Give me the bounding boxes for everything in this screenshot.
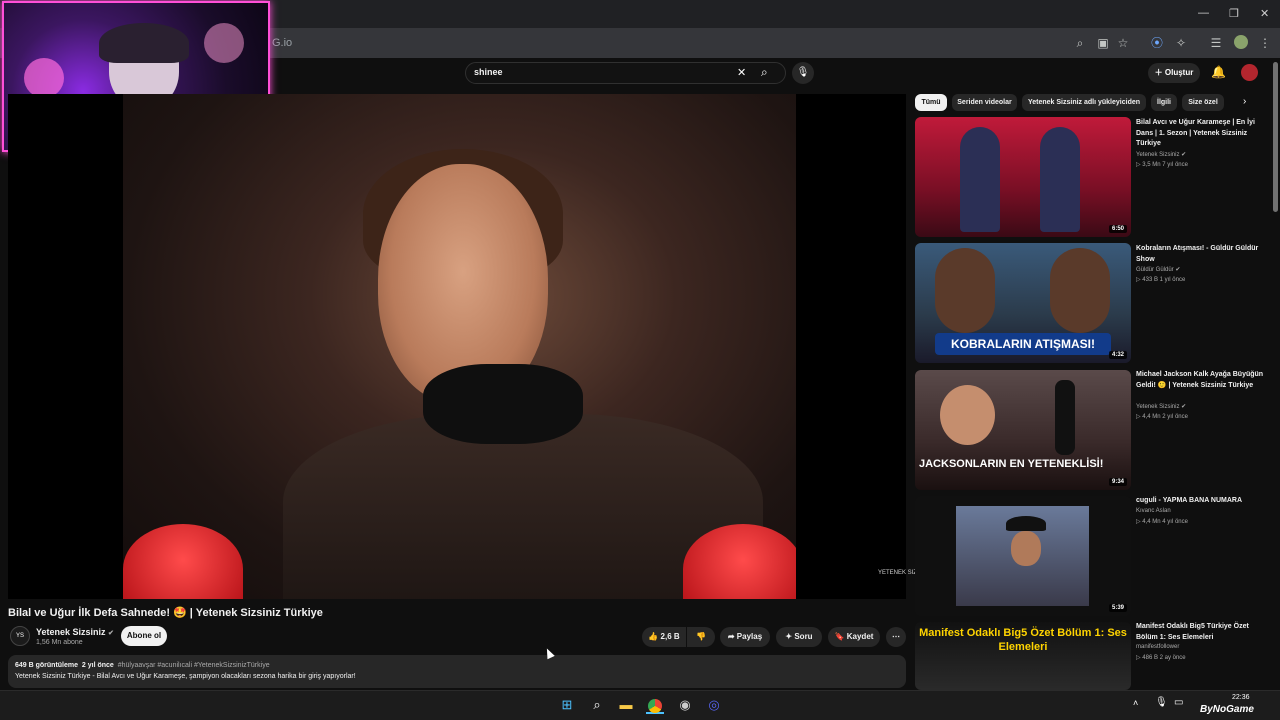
create-button[interactable]: ＋ Oluştur	[1148, 63, 1200, 83]
chrome-icon[interactable]	[646, 696, 664, 714]
more-actions-button[interactable]: ⋯	[886, 627, 906, 647]
file-explorer-icon[interactable]: ▬	[617, 696, 635, 714]
chip-series[interactable]: Seriden videolar	[952, 94, 1017, 111]
rec-channel[interactable]: Güldür Güldür ✔	[1136, 266, 1180, 273]
rec-caption: Manifest Odaklı Big5 Özet Bölüm 1: Ses E…	[919, 627, 1127, 653]
scrollbar-thumb[interactable]	[1273, 62, 1278, 212]
mic-icon[interactable]: 🎙	[792, 62, 814, 84]
microphone-tray-icon[interactable]: 🎙	[1155, 697, 1168, 708]
clear-search-icon[interactable]: ✕	[737, 66, 746, 79]
like-icon: 👍	[648, 632, 659, 641]
chip-for-you[interactable]: Size özel	[1182, 94, 1224, 111]
sparkle-icon: ✦	[785, 632, 793, 641]
maximize-icon[interactable]: ❐	[1229, 7, 1239, 20]
chip-all[interactable]: Tümü	[915, 94, 947, 111]
chip-related[interactable]: İlgili	[1151, 94, 1177, 111]
rec-thumbnail[interactable]: Manifest Odaklı Big5 Özet Bölüm 1: Ses E…	[915, 622, 1131, 690]
network-icon[interactable]: ▭	[1174, 697, 1183, 708]
rec-channel[interactable]: Yetenek Sizsiniz ✔	[1136, 403, 1186, 410]
account-avatar[interactable]	[1241, 64, 1258, 81]
channel-avatar[interactable]: YS	[10, 626, 30, 646]
rec-duration: 6:50	[1108, 225, 1127, 233]
discord-icon[interactable]: ◎	[705, 696, 723, 714]
view-count: 649 B görüntüleme	[15, 662, 79, 669]
like-count: 2,6 B	[660, 632, 680, 641]
windows-taskbar	[0, 690, 1280, 720]
rec-meta: ▷ 3,5 Mn 7 yıl önce	[1136, 162, 1188, 168]
share-button[interactable]: ➦ Paylaş	[720, 627, 770, 647]
rec-title[interactable]: Kobraların Atışması! - Güldür Güldür Sho…	[1136, 244, 1266, 265]
save-button[interactable]: 🔖 Kaydet	[828, 627, 880, 647]
rec-thumbnail[interactable]: 5:39	[915, 496, 1131, 616]
subscribe-button[interactable]: Abone ol	[121, 626, 167, 646]
search-input[interactable]: shinee	[474, 67, 503, 77]
rec-meta: ▷ 486 B 2 ay önce	[1136, 655, 1186, 661]
video-title: Bilal ve Uğur İlk Defa Sahnede! 🤩 | Yete…	[8, 607, 323, 619]
rec-thumbnail[interactable]: 6:50	[915, 117, 1131, 237]
zoom-icon[interactable]: ⌕	[1073, 36, 1087, 50]
rec-meta: ▷ 433 B 1 yıl önce	[1136, 277, 1186, 283]
chevron-up-icon[interactable]: ˄	[1133, 698, 1138, 708]
rec-duration: 4:32	[1108, 351, 1127, 359]
hashtags[interactable]: #hülyaavşar #acunilıcali #YetenekSizsini…	[118, 662, 270, 669]
description-text: Yetenek Sizsiniz Türkiye - Bilal Avcı ve…	[15, 673, 356, 680]
description-meta: 649 B görüntüleme 2 yıl önce #hülyaavşar…	[15, 662, 270, 669]
ask-label: Soru	[794, 632, 813, 641]
minimize-icon[interactable]: —	[1198, 7, 1209, 19]
rec-channel[interactable]: Yetenek Sizsiniz ✔	[1136, 151, 1186, 158]
rec-duration: 5:39	[1108, 604, 1127, 612]
channel-name[interactable]: Yetenek Sizsiniz ✔	[36, 627, 114, 637]
video-frame[interactable]	[123, 94, 796, 599]
rec-title[interactable]: Bilal Avcı ve Uğur Karameşe | En İyi Dan…	[1136, 118, 1266, 150]
rec-thumbnail[interactable]: KOBRALARIN ATIŞMASI! 4:32	[915, 243, 1131, 363]
upload-date: 2 yıl önce	[81, 662, 114, 669]
create-label: Oluştur	[1164, 68, 1194, 77]
rec-title[interactable]: Michael Jackson Kalk Ayağa Büyüğün Geldi…	[1136, 370, 1266, 391]
profile-avatar[interactable]	[1234, 35, 1248, 49]
taskbar-clock[interactable]: 22:36	[1232, 694, 1250, 701]
search-icon[interactable]: ⌕	[761, 65, 768, 80]
rec-duration: 9:34	[1108, 478, 1127, 486]
close-window-icon[interactable]: ✕	[1260, 7, 1269, 20]
chevron-right-icon[interactable]: ›	[1243, 96, 1246, 107]
rec-meta: ▷ 4,4 Mn 4 yıl önce	[1136, 519, 1188, 525]
dislike-icon: 👎	[696, 632, 706, 641]
rec-channel[interactable]: manifestfollower	[1136, 644, 1179, 650]
share-label: Paylaş	[736, 632, 763, 641]
bookmark-icon: 🔖	[834, 632, 845, 641]
windows-start-icon[interactable]: ⊞	[558, 696, 576, 714]
rec-caption: KOBRALARIN ATIŞMASI!	[935, 333, 1111, 355]
like-button[interactable]: 👍 2,6 B	[642, 627, 686, 647]
verified-icon: ✔	[108, 630, 114, 637]
address-bar[interactable]: G.io	[272, 37, 292, 49]
extension-icon[interactable]: ⦿	[1150, 36, 1164, 50]
obs-icon[interactable]: ◉	[676, 696, 694, 714]
cast-icon[interactable]: ▣	[1096, 36, 1110, 50]
rec-caption: JACKSONLARIN EN YETENEKLİSİ!	[919, 458, 1104, 470]
save-label: Kaydet	[846, 632, 874, 641]
stream-brand-watermark: ByNoGame	[1200, 704, 1254, 715]
rec-thumbnail[interactable]: JACKSONLARIN EN YETENEKLİSİ! 9:34	[915, 370, 1131, 490]
taskbar-search-icon[interactable]: ⌕	[588, 696, 606, 714]
extensions-puzzle-icon[interactable]: ✧	[1174, 36, 1188, 50]
rec-meta: ▷ 4,4 Mn 2 yıl önce	[1136, 414, 1188, 420]
rec-channel[interactable]: Kıvanc Aslan	[1136, 508, 1171, 514]
bookmark-star-icon[interactable]: ☆	[1116, 36, 1130, 50]
description-box[interactable]	[8, 655, 906, 688]
channel-name-text[interactable]: Yetenek Sizsiniz	[36, 627, 106, 637]
rec-title[interactable]: Manifest Odaklı Big5 Türkiye Özet Bölüm …	[1136, 622, 1266, 643]
share-icon: ➦	[727, 632, 735, 641]
subscriber-count: 1,56 Mn abone	[36, 639, 83, 646]
rec-title[interactable]: cuguli - YAPMA BANA NUMARA	[1136, 496, 1266, 507]
ask-button[interactable]: ✦ Soru	[776, 627, 822, 647]
reading-list-icon[interactable]: ☰	[1209, 36, 1223, 50]
chip-uploader[interactable]: Yetenek Sizsiniz adlı yükleyiciden	[1022, 94, 1146, 111]
notifications-bell-icon[interactable]: 🔔	[1211, 65, 1226, 79]
browser-menu-icon[interactable]: ⋮	[1258, 36, 1272, 50]
dislike-button[interactable]: 👎	[687, 627, 715, 647]
